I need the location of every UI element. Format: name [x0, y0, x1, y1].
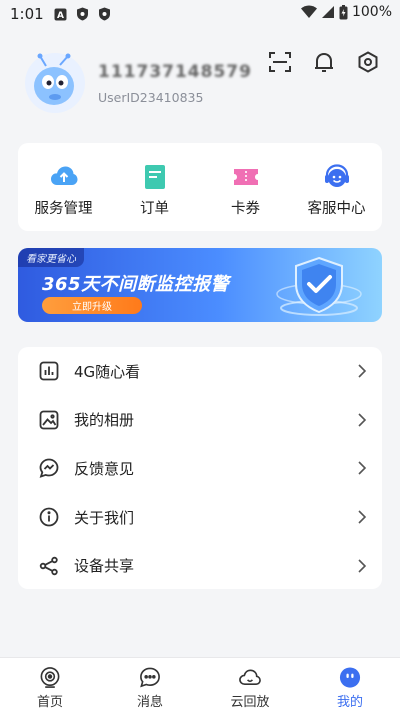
chevron-right-icon [358, 510, 367, 524]
tab-mine-label: 我的 [336, 695, 363, 710]
feedback-chat-icon [38, 457, 60, 479]
menu-item-album[interactable]: 我的相册 [18, 396, 382, 445]
menu-item-about[interactable]: 关于我们 [18, 493, 382, 542]
tab-home[interactable]: 首页 [0, 658, 100, 710]
quick-service-management-label: 服务管理 [34, 201, 93, 217]
order-document-icon [144, 165, 165, 189]
profile-icon [339, 667, 361, 688]
quick-customer-service[interactable]: 客服中心 [291, 143, 382, 231]
bell-icon[interactable] [312, 50, 336, 74]
scan-icon[interactable] [268, 50, 292, 74]
status-time: 1:01 [10, 5, 44, 23]
chevron-right-icon [358, 364, 367, 378]
cloud-upload-icon [50, 166, 77, 185]
menu-item-share[interactable]: 设备共享 [18, 541, 382, 590]
status-bar: 1:01 A 100% [0, 0, 400, 28]
chevron-right-icon [358, 413, 367, 427]
coupon-ticket-icon [233, 169, 258, 185]
info-icon [38, 506, 60, 528]
bar-chart-icon [38, 360, 60, 382]
quick-orders-label: 订单 [140, 201, 169, 217]
settings-icon[interactable] [356, 50, 380, 74]
quick-customer-service-label: 客服中心 [307, 201, 366, 217]
customer-service-icon [324, 164, 349, 187]
home-camera-icon [40, 667, 60, 688]
menu-item-4g-label: 4G随心看 [74, 362, 141, 381]
notification-a-icon: A [54, 7, 68, 21]
user-id: UserID23410835 [98, 90, 204, 105]
menu-item-about-label: 关于我们 [74, 508, 135, 527]
chevron-right-icon [358, 559, 367, 573]
avatar[interactable] [24, 52, 86, 114]
tab-messages-label: 消息 [136, 695, 163, 710]
signal-icon [321, 6, 334, 18]
menu-item-album-label: 我的相册 [74, 411, 135, 430]
tab-home-label: 首页 [36, 695, 63, 710]
svg-text:A: A [57, 11, 64, 21]
profile-header: 111737148579 UserID23410835 [0, 40, 400, 140]
bottom-tab-bar: 首页 消息 云回放 我的 [0, 657, 400, 710]
menu-item-feedback[interactable]: 反馈意见 [18, 444, 382, 493]
menu-item-4g[interactable]: 4G随心看 [18, 347, 382, 396]
photo-album-icon [38, 409, 60, 431]
status-right: 100% [300, 4, 392, 20]
menu-item-share-label: 设备共享 [74, 557, 135, 576]
tab-cloud-playback[interactable]: 云回放 [200, 658, 300, 710]
tab-mine[interactable]: 我的 [300, 658, 400, 710]
shield-check-icon [276, 256, 362, 316]
battery-percent: 100% [351, 4, 392, 20]
banner-title: 365天不间断监控报警 [42, 274, 230, 295]
wifi-icon [300, 5, 317, 18]
menu-list: 4G随心看 我的相册 反馈意见 关于我们 设备共享 [18, 347, 382, 589]
promo-banner[interactable]: 看家更省心 365天不间断监控报警 立即升级 [18, 248, 382, 322]
username: 111737148579 [98, 62, 252, 82]
quick-actions-card: 服务管理 订单 卡券 客服中心 [18, 143, 382, 231]
tab-cloud-playback-label: 云回放 [230, 695, 270, 710]
upgrade-now-button[interactable]: 立即升级 [42, 297, 142, 314]
quick-orders[interactable]: 订单 [109, 143, 200, 231]
header-actions [268, 50, 380, 74]
shield-status-icon-2 [98, 7, 112, 21]
share-icon [38, 555, 60, 577]
battery-icon [339, 4, 348, 19]
chevron-right-icon [358, 461, 367, 476]
shield-status-icon [76, 7, 90, 21]
banner-tag: 看家更省心 [18, 248, 84, 267]
quick-service-management[interactable]: 服务管理 [18, 143, 109, 231]
tab-messages[interactable]: 消息 [100, 658, 200, 710]
menu-item-feedback-label: 反馈意见 [74, 459, 135, 478]
quick-coupons[interactable]: 卡券 [200, 143, 291, 231]
cloud-playback-icon [239, 669, 261, 686]
quick-coupons-label: 卡券 [231, 201, 260, 217]
message-icon [140, 667, 160, 688]
